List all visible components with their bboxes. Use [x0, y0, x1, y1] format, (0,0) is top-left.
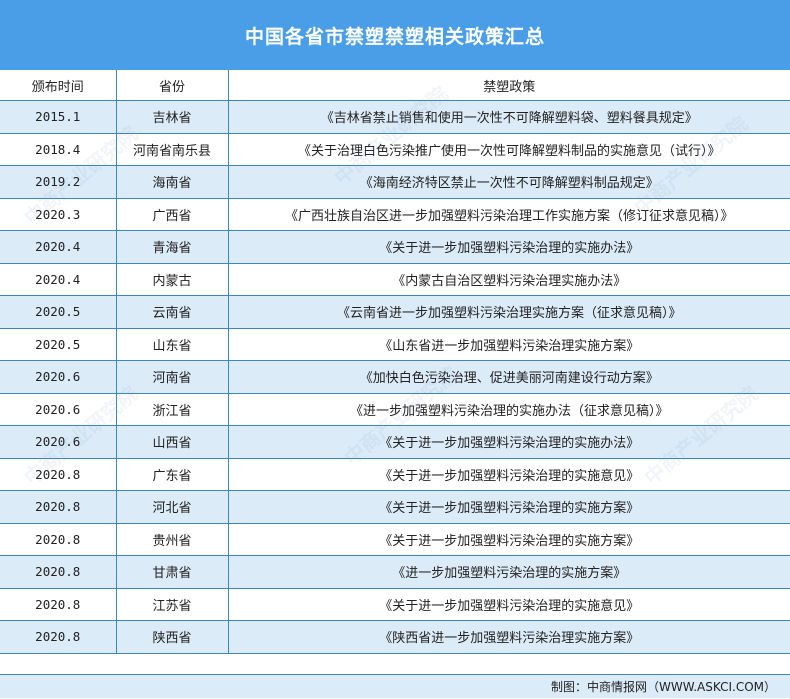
cell-date: 2020.8 — [0, 457, 117, 491]
cell-date: 2020.8 — [0, 620, 117, 654]
table-row: 2020.8 甘肃省 《进一步加强塑料污染治理的实施方案》 — [0, 555, 790, 589]
cell-province: 山东省 — [115, 327, 229, 361]
cell-province: 河南省南乐县 — [115, 132, 229, 166]
table-row: 2020.4 青海省 《关于进一步加强塑料污染治理的实施办法》 — [0, 230, 790, 264]
cell-policy: 《关于进一步加强塑料污染治理的实施意见》 — [227, 587, 790, 621]
cell-date: 2020.8 — [0, 490, 117, 524]
cell-policy: 《进一步加强塑料污染治理的实施方案》 — [227, 555, 790, 589]
cell-policy: 《山东省进一步加强塑料污染治理实施方案》 — [227, 327, 790, 361]
table-header-row: 颁布时间 省份 禁塑政策 — [0, 70, 790, 101]
cell-policy: 《内蒙古自治区塑料污染治理实施办法》 — [227, 262, 790, 296]
cell-policy: 《关于进一步加强塑料污染治理的实施意见》 — [227, 457, 790, 491]
cell-date: 2018.4 — [0, 132, 117, 166]
cell-province: 内蒙古 — [115, 262, 229, 296]
cell-province: 云南省 — [115, 295, 229, 329]
cell-policy: 《进一步加强塑料污染治理的实施办法（征求意见稿）》 — [227, 392, 790, 426]
policy-table: 颁布时间 省份 禁塑政策 2015.1 吉林省 《吉林省禁止销售和使用一次性不可降解… — [0, 70, 790, 654]
cell-province: 江苏省 — [115, 587, 229, 621]
policy-summary-page: 中国各省市禁塑禁塑相关政策汇总 颁布时间 省份 禁塑政策 2015.1 吉林省 《吉… — [0, 0, 790, 698]
cell-date: 2020.6 — [0, 425, 117, 459]
cell-province: 山西省 — [115, 425, 229, 459]
cell-policy: 《关于进一步加强塑料污染治理的实施办法》 — [227, 425, 790, 459]
table-row: 2020.3 广西省 《广西壮族自治区进一步加强塑料污染治理工作实施方案（修订征求意… — [0, 197, 790, 231]
table-row: 2015.1 吉林省 《吉林省禁止销售和使用一次性不可降解塑料袋、塑料餐具规定》 — [0, 100, 790, 134]
cell-policy: 《广西壮族自治区进一步加强塑料污染治理工作实施方案（修订征求意见稿）》 — [227, 197, 790, 231]
table-row: 2020.6 河南省 《加快白色污染治理、促进美丽河南建设行动方案》 — [0, 360, 790, 394]
table-row: 2019.2 海南省 《海南经济特区禁止一次性不可降解塑料制品规定》 — [0, 165, 790, 199]
cell-province: 吉林省 — [115, 100, 229, 134]
cell-province: 河南省 — [115, 360, 229, 394]
cell-date: 2020.8 — [0, 587, 117, 621]
table-row: 2020.8 广东省 《关于进一步加强塑料污染治理的实施意见》 — [0, 457, 790, 491]
cell-date: 2020.3 — [0, 197, 117, 231]
table-row: 2020.6 浙江省 《进一步加强塑料污染治理的实施办法（征求意见稿）》 — [0, 392, 790, 426]
header-date: 颁布时间 — [0, 70, 117, 101]
table-row: 2020.6 山西省 《关于进一步加强塑料污染治理的实施办法》 — [0, 425, 790, 459]
cell-policy: 《关于进一步加强塑料污染治理的实施方案》 — [227, 490, 790, 524]
table-body: 2015.1 吉林省 《吉林省禁止销售和使用一次性不可降解塑料袋、塑料餐具规定》 20… — [0, 100, 790, 654]
cell-date: 2020.6 — [0, 392, 117, 426]
cell-date: 2020.4 — [0, 262, 117, 296]
table-row: 2020.8 河北省 《关于进一步加强塑料污染治理的实施方案》 — [0, 490, 790, 524]
cell-province: 浙江省 — [115, 392, 229, 426]
cell-policy: 《海南经济特区禁止一次性不可降解塑料制品规定》 — [227, 165, 790, 199]
cell-province: 广西省 — [115, 197, 229, 231]
cell-province: 贵州省 — [115, 522, 229, 556]
table-row: 2020.5 山东省 《山东省进一步加强塑料污染治理实施方案》 — [0, 327, 790, 361]
cell-policy: 《吉林省禁止销售和使用一次性不可降解塑料袋、塑料餐具规定》 — [227, 100, 790, 134]
cell-province: 陕西省 — [115, 620, 229, 654]
cell-province: 海南省 — [115, 165, 229, 199]
cell-province: 河北省 — [115, 490, 229, 524]
table-row: 2020.5 云南省 《云南省进一步加强塑料污染治理实施方案（征求意见稿）》 — [0, 295, 790, 329]
cell-date: 2020.8 — [0, 522, 117, 556]
table-row: 2018.4 河南省南乐县 《关于治理白色污染推广使用一次性可降解塑料制品的实施意见… — [0, 132, 790, 166]
cell-policy: 《关于治理白色污染推广使用一次性可降解塑料制品的实施意见（试行）》 — [227, 132, 790, 166]
table-row: 2020.8 陕西省 《陕西省进一步加强塑料污染治理实施方案》 — [0, 620, 790, 654]
cell-date: 2015.1 — [0, 100, 117, 134]
cell-policy: 《云南省进一步加强塑料污染治理实施方案（征求意见稿）》 — [227, 295, 790, 329]
cell-date: 2020.5 — [0, 327, 117, 361]
cell-policy: 《关于进一步加强塑料污染治理的实施办法》 — [227, 230, 790, 264]
cell-policy: 《陕西省进一步加强塑料污染治理实施方案》 — [227, 620, 790, 654]
cell-date: 2020.6 — [0, 360, 117, 394]
cell-province: 甘肃省 — [115, 555, 229, 589]
cell-date: 2020.5 — [0, 295, 117, 329]
cell-province: 青海省 — [115, 230, 229, 264]
table-row: 2020.8 贵州省 《关于进一步加强塑料污染治理的实施方案》 — [0, 522, 790, 556]
source-footer: 制图：中商情报网（WWW.ASKCI.COM） — [0, 674, 790, 698]
header-province: 省份 — [115, 70, 229, 101]
header-policy: 禁塑政策 — [227, 70, 790, 101]
cell-date: 2020.4 — [0, 230, 117, 264]
cell-policy: 《加快白色污染治理、促进美丽河南建设行动方案》 — [227, 360, 790, 394]
table-row: 2020.4 内蒙古 《内蒙古自治区塑料污染治理实施办法》 — [0, 262, 790, 296]
cell-date: 2020.8 — [0, 555, 117, 589]
page-title: 中国各省市禁塑禁塑相关政策汇总 — [0, 0, 790, 70]
cell-date: 2019.2 — [0, 165, 117, 199]
cell-province: 广东省 — [115, 457, 229, 491]
cell-policy: 《关于进一步加强塑料污染治理的实施方案》 — [227, 522, 790, 556]
table-row: 2020.8 江苏省 《关于进一步加强塑料污染治理的实施意见》 — [0, 587, 790, 621]
